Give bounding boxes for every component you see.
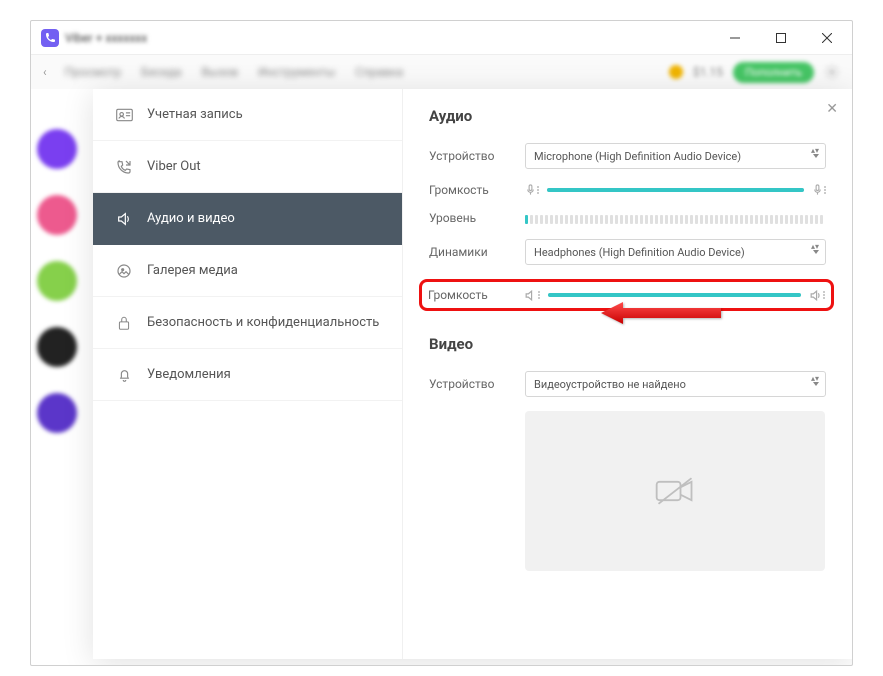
- mic-device-select[interactable]: Microphone (High Definition Audio Device…: [525, 143, 826, 169]
- mic-low-icon: [525, 183, 539, 197]
- gear-icon[interactable]: [824, 64, 840, 80]
- annotation-highlight: Громкость: [419, 279, 834, 311]
- avatar[interactable]: [37, 393, 77, 433]
- titlebar: Viber + xxxxxxx: [31, 21, 852, 55]
- sidebar-item-label: Учетная запись: [147, 107, 243, 122]
- mic-level-row: Уровень: [429, 211, 826, 225]
- maximize-button[interactable]: [758, 22, 804, 54]
- speaker-volume-slider[interactable]: [548, 293, 801, 297]
- mic-level-meter: [525, 212, 826, 224]
- volume-label: Громкость: [429, 183, 515, 197]
- video-preview: [525, 411, 825, 571]
- settings-sidebar: Учетная запись Viber Out Аудио и видео Г…: [93, 89, 403, 659]
- topup-button[interactable]: Пополнить: [733, 62, 814, 83]
- close-icon[interactable]: ✕: [826, 101, 838, 117]
- device-label: Устройство: [429, 149, 515, 163]
- speaker-high-icon: [809, 289, 825, 302]
- avatar[interactable]: [37, 327, 77, 367]
- speaker-device-row: Динамики Headphones (High Definition Aud…: [429, 239, 826, 265]
- lock-icon: [115, 315, 133, 331]
- balance-text: $1.15: [693, 65, 723, 79]
- menu-item[interactable]: Просмотр: [65, 65, 122, 79]
- camera-off-icon: [653, 474, 697, 508]
- avatar[interactable]: [37, 129, 77, 169]
- sidebar-item-account[interactable]: Учетная запись: [93, 89, 402, 141]
- audio-heading: Аудио: [429, 107, 826, 125]
- video-heading: Видео: [429, 335, 826, 353]
- sidebar-item-audio-video[interactable]: Аудио и видео: [93, 193, 402, 245]
- avatar[interactable]: [37, 261, 77, 301]
- sidebar-item-label: Аудио и видео: [147, 211, 235, 226]
- speaker-volume-label: Громкость: [428, 288, 514, 302]
- sidebar-item-viber-out[interactable]: Viber Out: [93, 141, 402, 193]
- viber-logo-icon: [41, 29, 59, 47]
- settings-content: ✕ Аудио Устройство Microphone (High Defi…: [403, 89, 852, 659]
- speakers-label: Динамики: [429, 245, 515, 259]
- app-menu-bar: ‹ Просмотр Беседа Вызов Инструменты Спра…: [31, 55, 852, 89]
- contact-list: [31, 89, 91, 665]
- mic-volume-row: Громкость: [429, 183, 826, 197]
- sidebar-item-notifications[interactable]: Уведомления: [93, 349, 402, 401]
- sidebar-item-security[interactable]: Безопасность и конфиденциальность: [93, 297, 402, 349]
- settings-modal: Учетная запись Viber Out Аудио и видео Г…: [93, 89, 852, 659]
- menu-item[interactable]: Инструменты: [258, 65, 335, 79]
- window-title: Viber + xxxxxxx: [65, 31, 147, 45]
- mic-high-icon: [812, 183, 826, 197]
- coin-icon: [669, 65, 683, 79]
- mic-volume-slider[interactable]: [547, 188, 804, 192]
- sidebar-item-label: Галерея медиа: [147, 263, 238, 278]
- video-device-select[interactable]: Видеоустройство не найдено ▴▾: [525, 371, 826, 397]
- sidebar-item-label: Уведомления: [147, 367, 231, 382]
- speaker-low-icon: [524, 289, 540, 302]
- gallery-icon: [115, 263, 133, 279]
- video-device-label: Устройство: [429, 377, 515, 391]
- minimize-button[interactable]: [712, 22, 758, 54]
- menu-item[interactable]: Справка: [355, 65, 403, 79]
- app-window: Viber + xxxxxxx ‹ Просмотр Беседа Вызов …: [30, 20, 853, 666]
- close-window-button[interactable]: [804, 22, 850, 54]
- speaker-volume-row: Громкость: [428, 288, 825, 302]
- sidebar-item-label: Viber Out: [147, 159, 201, 174]
- window-controls: [712, 22, 850, 54]
- id-card-icon: [115, 108, 133, 122]
- annotation-arrow-icon: [601, 300, 721, 326]
- menu-item[interactable]: Вызов: [202, 65, 239, 79]
- speaker-device-select[interactable]: Headphones (High Definition Audio Device…: [525, 239, 826, 265]
- video-device-row: Устройство Видеоустройство не найдено ▴▾: [429, 371, 826, 397]
- sidebar-item-label: Безопасность и конфиденциальность: [147, 315, 379, 330]
- level-label: Уровень: [429, 211, 515, 225]
- avatar[interactable]: [37, 195, 77, 235]
- back-icon[interactable]: ‹: [43, 65, 47, 79]
- phone-out-icon: [115, 159, 133, 175]
- mic-device-row: Устройство Microphone (High Definition A…: [429, 143, 826, 169]
- bell-icon: [115, 367, 133, 383]
- speaker-icon: [115, 211, 133, 227]
- menu-item[interactable]: Беседа: [141, 65, 181, 79]
- sidebar-item-media-gallery[interactable]: Галерея медиа: [93, 245, 402, 297]
